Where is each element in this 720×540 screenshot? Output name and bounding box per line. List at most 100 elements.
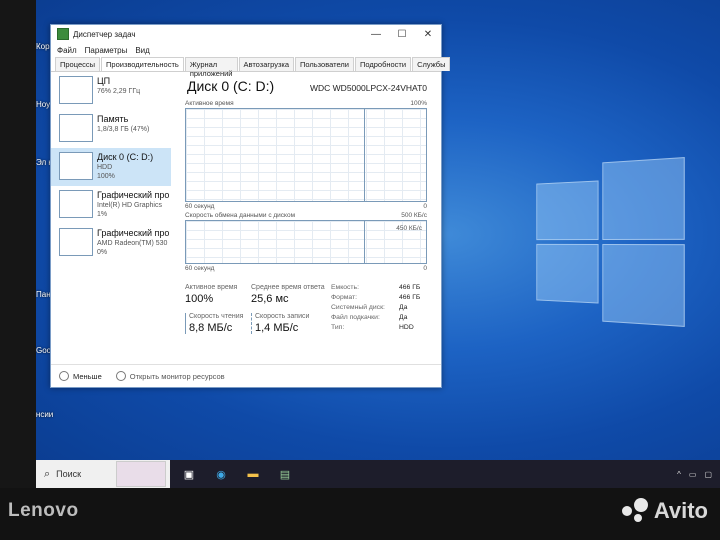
tab-performance[interactable]: Производительность bbox=[101, 57, 184, 71]
cpu-thumbnail bbox=[59, 76, 93, 104]
active-time-label: Активное время bbox=[185, 284, 238, 291]
desktop: Корз Ноу Эл комп Пан упра Goo Chr Ваканс… bbox=[0, 0, 720, 488]
resource-name: Графический про bbox=[97, 190, 170, 200]
response-time-label: Среднее время ответа bbox=[251, 284, 325, 291]
search-icon: ⌕ bbox=[44, 467, 51, 480]
pagefile-value: Да bbox=[399, 314, 408, 321]
disk-panel: Диск 0 (C: D:) WDC WD5000LPCX-24VHAT0 Ак… bbox=[179, 78, 437, 334]
notification-icon[interactable]: ▢ bbox=[704, 470, 712, 479]
graph2-line-label: 450 КБ/с bbox=[396, 225, 422, 232]
disk-title: Диск 0 (C: D:) bbox=[187, 78, 275, 94]
tab-details[interactable]: Подробности bbox=[354, 57, 412, 71]
resource-usage: 0% bbox=[97, 249, 108, 256]
search-box[interactable]: ⌕ Поиск bbox=[36, 460, 170, 488]
avito-text: Avito bbox=[653, 498, 708, 523]
write-speed-value: 1,4 МБ/с bbox=[255, 322, 299, 334]
response-time-value: 25,6 мс bbox=[251, 293, 289, 305]
resource-cpu[interactable]: ЦП 76% 2,29 ГГц bbox=[51, 72, 171, 110]
gpu-thumbnail bbox=[59, 190, 93, 218]
graph1-max: 100% bbox=[410, 100, 427, 107]
pagefile-label: Файл подкачки: bbox=[331, 314, 380, 321]
resource-detail: AMD Radeon(TM) 530 bbox=[97, 240, 168, 247]
active-time-value: 100% bbox=[185, 293, 214, 305]
chevron-up-tray-icon[interactable]: ^ bbox=[677, 470, 681, 479]
desktop-icon-computer[interactable]: Ноу bbox=[36, 100, 50, 109]
resource-usage: 100% bbox=[97, 173, 115, 180]
taskbar: ⌕ Поиск ▣ ◉ ▬ ▤ ^ ▭ ▢ bbox=[0, 460, 720, 488]
task-manager-icon bbox=[57, 28, 69, 40]
tab-startup[interactable]: Автозагрузка bbox=[238, 57, 294, 71]
window-title: Диспетчер задач bbox=[73, 29, 136, 39]
title-bar[interactable]: Диспетчер задач — ☐ ✕ bbox=[51, 25, 441, 43]
graph2-max: 500 КБ/с bbox=[401, 212, 427, 219]
task-manager-window: Диспетчер задач — ☐ ✕ Файл Параметры Вид… bbox=[50, 24, 451, 388]
tab-bar: Процессы Производительность Журнал прило… bbox=[51, 57, 451, 78]
search-highlight-image bbox=[116, 461, 166, 487]
screen-bezel-left bbox=[0, 0, 36, 488]
task-manager-taskbar-icon[interactable]: ▤ bbox=[276, 468, 294, 481]
resource-detail: 1,8/3,8 ГБ (47%) bbox=[97, 126, 150, 133]
active-time-graph bbox=[185, 108, 427, 202]
graph2-xright: 0 bbox=[423, 265, 427, 272]
resource-detail: Intel(R) HD Graphics bbox=[97, 202, 162, 209]
memory-thumbnail bbox=[59, 114, 93, 142]
graph2-label: Скорость обмена данными с диском bbox=[185, 212, 296, 219]
graph-marker bbox=[363, 109, 365, 201]
graph1-label: Активное время bbox=[185, 100, 234, 107]
resource-detail: HDD bbox=[97, 164, 113, 171]
graph1-xright: 0 bbox=[423, 203, 427, 210]
tab-processes[interactable]: Процессы bbox=[55, 57, 101, 71]
menu-view[interactable]: Вид bbox=[135, 46, 149, 55]
tab-app-history[interactable]: Журнал приложений bbox=[184, 57, 238, 78]
edge-icon[interactable]: ◉ bbox=[212, 468, 230, 481]
resource-name: Графический про bbox=[97, 228, 170, 238]
write-speed-label: Скорость записи bbox=[255, 313, 310, 320]
windows-logo bbox=[536, 157, 689, 328]
file-explorer-icon[interactable]: ▬ bbox=[244, 468, 262, 481]
resource-name: Диск 0 (C: D:) bbox=[97, 152, 154, 162]
graph1-xlabel: 60 секунд bbox=[185, 203, 215, 210]
graph-marker bbox=[363, 221, 365, 263]
resource-list: ЦП 76% 2,29 ГГц Память 1,8/3,8 ГБ (47%) … bbox=[51, 72, 171, 364]
tab-services[interactable]: Службы bbox=[412, 57, 451, 71]
avito-logo-icon bbox=[621, 498, 648, 524]
resource-gpu-intel[interactable]: Графический про Intel(R) HD Graphics 1% bbox=[51, 186, 171, 224]
close-button[interactable]: ✕ bbox=[415, 29, 441, 40]
system-disk-value: Да bbox=[399, 304, 408, 311]
type-value: HDD bbox=[399, 324, 414, 331]
format-value: 466 ГБ bbox=[399, 294, 421, 301]
resource-gpu-amd[interactable]: Графический про AMD Radeon(TM) 530 0% bbox=[51, 224, 171, 262]
network-icon[interactable]: ▭ bbox=[689, 470, 697, 479]
resource-name: ЦП bbox=[97, 76, 111, 86]
menu-options[interactable]: Параметры bbox=[85, 46, 128, 55]
capacity-value: 466 ГБ bbox=[399, 284, 421, 291]
resource-disk[interactable]: Диск 0 (C: D:) HDD 100% bbox=[51, 148, 171, 186]
avito-watermark: Avito bbox=[621, 498, 708, 524]
resource-detail: 76% 2,29 ГГц bbox=[97, 88, 141, 95]
minimize-button[interactable]: — bbox=[363, 29, 389, 40]
menu-file[interactable]: Файл bbox=[57, 46, 77, 55]
lenovo-logo: Lenovo bbox=[8, 500, 79, 521]
resource-monitor-icon bbox=[115, 371, 126, 381]
resource-memory[interactable]: Память 1,8/3,8 ГБ (47%) bbox=[51, 110, 171, 148]
system-disk-label: Системный диск: bbox=[331, 304, 385, 311]
capacity-label: Емкость: bbox=[331, 284, 359, 291]
format-label: Формат: bbox=[331, 294, 358, 301]
open-resource-monitor-link[interactable]: Открыть монитор ресурсов bbox=[130, 372, 225, 381]
read-speed-label: Скорость чтения bbox=[189, 313, 244, 320]
footer: Меньше Открыть монитор ресурсов bbox=[51, 364, 441, 387]
read-speed-value: 8,8 МБ/с bbox=[189, 322, 233, 334]
task-view-icon[interactable]: ▣ bbox=[180, 468, 198, 481]
menu-bar: Файл Параметры Вид bbox=[51, 43, 441, 57]
tab-users[interactable]: Пользователи bbox=[295, 57, 354, 71]
fewer-details-link[interactable]: Меньше bbox=[73, 372, 102, 381]
type-label: Тип: bbox=[331, 324, 345, 331]
resource-name: Память bbox=[97, 114, 129, 124]
chevron-up-icon bbox=[59, 371, 69, 381]
disk-stats: Активное время 100% Скорость чтения 8,8 … bbox=[185, 284, 427, 334]
disk-model: WDC WD5000LPCX-24VHAT0 bbox=[310, 83, 427, 93]
resource-usage: 1% bbox=[97, 211, 108, 218]
maximize-button[interactable]: ☐ bbox=[389, 29, 415, 40]
screen-bezel-bottom bbox=[0, 488, 720, 540]
disk-thumbnail bbox=[59, 152, 93, 180]
